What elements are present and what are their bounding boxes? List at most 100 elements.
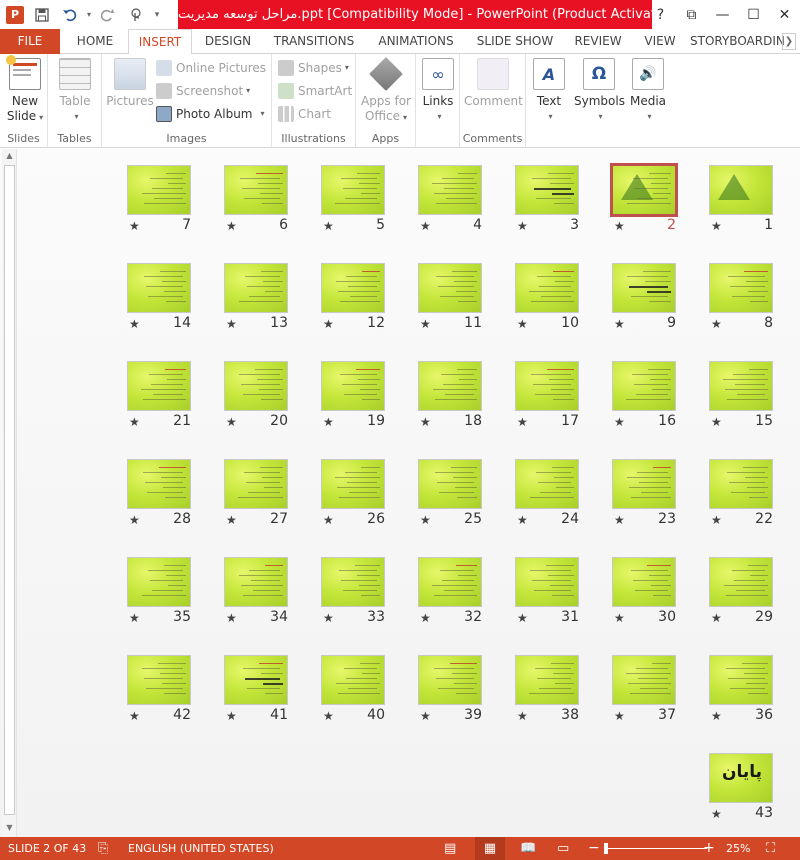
slide-transition-star-icon[interactable]: ★	[129, 709, 140, 723]
tab-review[interactable]: REVIEW	[566, 29, 630, 54]
new-slide-button[interactable]: New Slide ▾	[4, 55, 46, 125]
slide-transition-star-icon[interactable]: ★	[226, 317, 237, 331]
zoom-in-icon[interactable]: +	[703, 837, 715, 860]
slide-thumbnail[interactable]: ★ 29	[709, 557, 773, 625]
slide-transition-star-icon[interactable]: ★	[614, 709, 625, 723]
undo-icon[interactable]	[56, 0, 84, 29]
reading-view-icon[interactable]: 📖	[520, 837, 536, 860]
slide-thumbnail[interactable]: ★ 6	[224, 165, 288, 233]
slide-thumbnail[interactable]: ★ 35	[127, 557, 191, 625]
slide-transition-star-icon[interactable]: ★	[129, 317, 140, 331]
touch-mode-icon[interactable]	[122, 0, 150, 29]
slide-transition-star-icon[interactable]: ★	[614, 219, 625, 233]
slide-transition-star-icon[interactable]: ★	[323, 415, 334, 429]
slide-transition-star-icon[interactable]: ★	[129, 513, 140, 527]
scroll-down-icon[interactable]: ▼	[2, 821, 17, 835]
slide-transition-star-icon[interactable]: ★	[614, 317, 625, 331]
slide-thumbnail[interactable]: ★ 22	[709, 459, 773, 527]
shapes-button[interactable]: Shapes ▾	[278, 58, 349, 78]
zoom-slider-thumb[interactable]	[604, 843, 608, 854]
slide-thumbnail[interactable]: ★ 10	[515, 263, 579, 331]
media-button[interactable]: 🔊 Media ▾	[626, 58, 670, 124]
slide-thumbnail[interactable]: ★ 27	[224, 459, 288, 527]
slide-thumbnail[interactable]: ★ 20	[224, 361, 288, 429]
ribbon-display-options-icon[interactable]: ⧉	[676, 0, 707, 29]
tab-design[interactable]: DESIGN	[196, 29, 260, 54]
tab-file[interactable]: FILE	[0, 29, 60, 54]
slide-transition-star-icon[interactable]: ★	[517, 513, 528, 527]
slide-thumbnail[interactable]: ★ 42	[127, 655, 191, 723]
slide-thumbnail[interactable]: ★ 31	[515, 557, 579, 625]
slide-thumbnail[interactable]: ★ 2	[610, 163, 678, 233]
slide-thumbnail[interactable]: ★ 15	[709, 361, 773, 429]
slide-transition-star-icon[interactable]: ★	[129, 611, 140, 625]
slide-thumbnail[interactable]: پایان ★ 43	[709, 753, 773, 821]
slide-thumbnail[interactable]: ★ 13	[224, 263, 288, 331]
slide-transition-star-icon[interactable]: ★	[323, 709, 334, 723]
slide-thumbnail[interactable]: ★ 18	[418, 361, 482, 429]
slide-transition-star-icon[interactable]: ★	[517, 709, 528, 723]
tab-animations[interactable]: ANIMATIONS	[368, 29, 464, 54]
slide-transition-star-icon[interactable]: ★	[226, 415, 237, 429]
slide-thumbnail[interactable]: ★ 7	[127, 165, 191, 233]
slide-thumbnail[interactable]: ★ 26	[321, 459, 385, 527]
powerpoint-app-icon[interactable]: P	[6, 5, 24, 24]
slide-transition-star-icon[interactable]: ★	[323, 513, 334, 527]
slide-thumbnail[interactable]: ★ 8	[709, 263, 773, 331]
slide-transition-star-icon[interactable]: ★	[420, 611, 431, 625]
slide-transition-star-icon[interactable]: ★	[226, 219, 237, 233]
maximize-icon[interactable]: ☐	[738, 0, 769, 29]
symbols-button[interactable]: Ω Symbols ▾	[574, 58, 625, 124]
slide-thumbnail[interactable]: ★ 24	[515, 459, 579, 527]
slide-transition-star-icon[interactable]: ★	[517, 219, 528, 233]
help-icon[interactable]: ?	[645, 0, 676, 29]
minimize-icon[interactable]: —	[707, 0, 738, 29]
customize-qat-icon[interactable]: ▾	[150, 0, 164, 29]
undo-dropdown-icon[interactable]: ▾	[84, 0, 94, 29]
slide-thumbnail[interactable]: ★ 28	[127, 459, 191, 527]
slide-transition-star-icon[interactable]: ★	[517, 415, 528, 429]
tab-storyboarding[interactable]: STORYBOARDIN	[690, 29, 786, 54]
slide-thumbnail[interactable]: ★ 11	[418, 263, 482, 331]
slide-transition-star-icon[interactable]: ★	[420, 317, 431, 331]
slide-thumbnail[interactable]: ★ 14	[127, 263, 191, 331]
slide-transition-star-icon[interactable]: ★	[226, 611, 237, 625]
language-indicator[interactable]: ENGLISH (UNITED STATES)	[128, 837, 274, 860]
slide-transition-star-icon[interactable]: ★	[129, 219, 140, 233]
slide-thumbnail[interactable]: ★ 30	[612, 557, 676, 625]
apps-for-office-button[interactable]: Apps for Office ▾	[360, 57, 412, 125]
slide-transition-star-icon[interactable]: ★	[711, 513, 722, 527]
slide-transition-star-icon[interactable]: ★	[420, 513, 431, 527]
table-button[interactable]: Table ▾	[54, 58, 96, 124]
chevron-right-icon[interactable]: ❯	[782, 33, 796, 50]
scroll-up-icon[interactable]: ▲	[2, 149, 17, 163]
slide-transition-star-icon[interactable]: ★	[711, 415, 722, 429]
slide-thumbnail[interactable]: ★ 25	[418, 459, 482, 527]
tab-home[interactable]: HOME	[66, 29, 124, 54]
tab-transitions[interactable]: TRANSITIONS	[266, 29, 362, 54]
slide-transition-star-icon[interactable]: ★	[614, 611, 625, 625]
slide-transition-star-icon[interactable]: ★	[323, 611, 334, 625]
slide-transition-star-icon[interactable]: ★	[420, 709, 431, 723]
slide-thumbnail[interactable]: ★ 36	[709, 655, 773, 723]
links-button[interactable]: ∞ Links ▾	[420, 58, 456, 124]
zoom-level[interactable]: 25%	[726, 837, 750, 860]
slide-transition-star-icon[interactable]: ★	[517, 611, 528, 625]
slide-transition-star-icon[interactable]: ★	[323, 219, 334, 233]
slide-transition-star-icon[interactable]: ★	[517, 317, 528, 331]
zoom-slider[interactable]	[605, 848, 707, 849]
close-icon[interactable]: ✕	[769, 0, 800, 29]
slide-thumbnail[interactable]: ★ 12	[321, 263, 385, 331]
normal-view-icon[interactable]: ▤	[444, 837, 456, 860]
slide-thumbnail[interactable]: ★ 34	[224, 557, 288, 625]
comment-button[interactable]: Comment	[464, 58, 523, 109]
slide-thumbnail[interactable]: ★ 33	[321, 557, 385, 625]
slide-transition-star-icon[interactable]: ★	[711, 709, 722, 723]
screenshot-button[interactable]: Screenshot ▾	[156, 81, 250, 101]
slide-transition-star-icon[interactable]: ★	[614, 415, 625, 429]
slide-transition-star-icon[interactable]: ★	[420, 219, 431, 233]
chart-button[interactable]: Chart	[278, 104, 331, 124]
online-pictures-button[interactable]: Online Pictures	[156, 58, 266, 78]
tab-view[interactable]: VIEW	[636, 29, 684, 54]
save-icon[interactable]	[28, 0, 56, 29]
